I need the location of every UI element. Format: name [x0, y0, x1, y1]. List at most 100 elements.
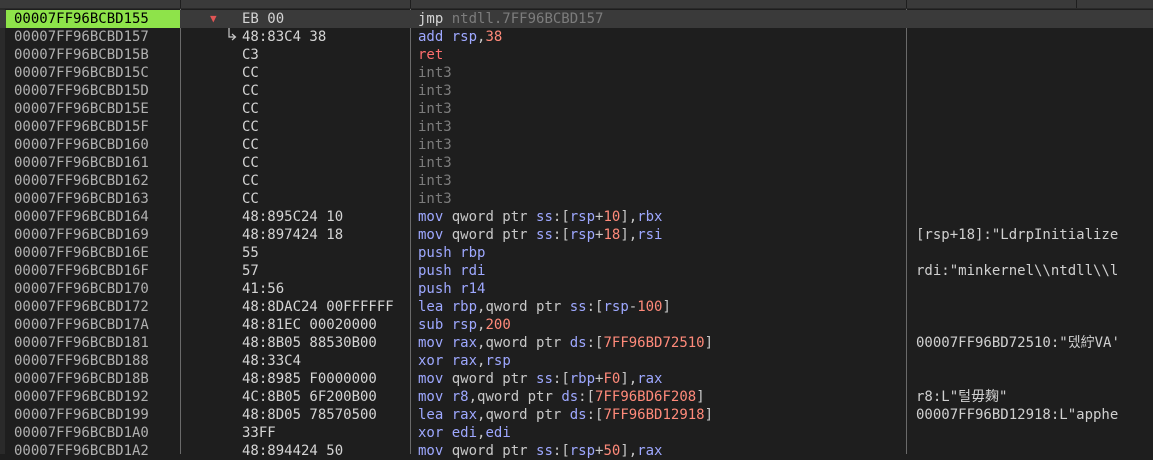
bytes-cell[interactable]: 41:56 — [242, 280, 410, 298]
instruction-cell[interactable]: int3 — [418, 118, 906, 136]
header-separator[interactable] — [180, 0, 181, 8]
address-cell[interactable]: 00007FF96BCBD1A0 — [6, 424, 180, 442]
disasm-row[interactable]: 00007FF96BCBD17A 48:81EC 00020000 sub rsp,… — [0, 316, 1153, 334]
comment-cell[interactable]: r8:L"털毋麹" — [916, 388, 1153, 406]
disasm-row[interactable]: 00007FF96BCBD164 48:895C24 10 mov qword pt… — [0, 208, 1153, 226]
instruction-cell[interactable]: lea rax,qword ptr ds:[7FF96BD12918] — [418, 406, 906, 424]
address-cell[interactable]: 00007FF96BCBD199 — [6, 406, 180, 424]
address-cell[interactable]: 00007FF96BCBD155 — [6, 10, 180, 28]
disassembly-listing[interactable]: 00007FF96BCBD155 ▼ EB 00 jmp ntdll.7FF96BCB… — [0, 10, 1153, 460]
bytes-cell[interactable]: 48:8D05 78570500 — [242, 406, 410, 424]
bytes-cell[interactable]: 33FF — [242, 424, 410, 442]
bytes-cell[interactable]: 48:8985 F0000000 — [242, 370, 410, 388]
address-cell[interactable]: 00007FF96BCBD188 — [6, 352, 180, 370]
disasm-row[interactable]: 00007FF96BCBD199 48:8D05 78570500 lea rax,… — [0, 406, 1153, 424]
instruction-cell[interactable]: ret — [418, 46, 906, 64]
header-separator[interactable] — [410, 0, 411, 8]
instruction-cell[interactable]: int3 — [418, 64, 906, 82]
instruction-cell[interactable]: add rsp,38 — [418, 28, 906, 46]
bytes-cell[interactable]: CC — [242, 118, 410, 136]
disasm-row[interactable]: 00007FF96BCBD15C CC int3 — [0, 64, 1153, 82]
instruction-cell[interactable]: int3 — [418, 190, 906, 208]
instruction-cell[interactable]: int3 — [418, 172, 906, 190]
address-cell[interactable]: 00007FF96BCBD192 — [6, 388, 180, 406]
instruction-cell[interactable]: mov qword ptr ss:[rbp+F0],rax — [418, 370, 906, 388]
disasm-row[interactable]: 00007FF96BCBD16F 57 push rdi rdi:"minkernel… — [0, 262, 1153, 280]
bytes-cell[interactable]: 48:897424 18 — [242, 226, 410, 244]
disasm-row[interactable]: 00007FF96BCBD163 CC int3 — [0, 190, 1153, 208]
header-separator[interactable] — [1076, 0, 1077, 8]
bytes-cell[interactable]: EB 00 — [242, 10, 410, 28]
instruction-cell[interactable]: int3 — [418, 100, 906, 118]
disasm-row[interactable]: 00007FF96BCBD192 4C:8B05 6F200B00 mov r8,q… — [0, 388, 1153, 406]
bytes-cell[interactable]: 48:81EC 00020000 — [242, 316, 410, 334]
comment-cell[interactable]: rdi:"minkernel\\ntdll\\l — [916, 262, 1153, 280]
disasm-row[interactable]: 00007FF96BCBD18B 48:8985 F0000000 mov qwor… — [0, 370, 1153, 388]
bytes-cell[interactable]: CC — [242, 82, 410, 100]
address-cell[interactable]: 00007FF96BCBD15F — [6, 118, 180, 136]
instruction-cell[interactable]: xor edi,edi — [418, 424, 906, 442]
bytes-cell[interactable]: 48:8DAC24 00FFFFFF — [242, 298, 410, 316]
bytes-cell[interactable]: 48:33C4 — [242, 352, 410, 370]
address-cell[interactable]: 00007FF96BCBD172 — [6, 298, 180, 316]
address-cell[interactable]: 00007FF96BCBD1A2 — [6, 442, 180, 460]
instruction-cell[interactable]: mov qword ptr ss:[rsp+50],rax — [418, 442, 906, 460]
address-cell[interactable]: 00007FF96BCBD170 — [6, 280, 180, 298]
disasm-row[interactable]: 00007FF96BCBD16E 55 push rbp — [0, 244, 1153, 262]
instruction-cell[interactable]: push rbp — [418, 244, 906, 262]
instruction-cell[interactable]: mov qword ptr ss:[rsp+10],rbx — [418, 208, 906, 226]
instruction-cell[interactable]: push r14 — [418, 280, 906, 298]
bytes-cell[interactable]: CC — [242, 172, 410, 190]
bytes-cell[interactable]: CC — [242, 100, 410, 118]
address-cell[interactable]: 00007FF96BCBD169 — [6, 226, 180, 244]
bytes-cell[interactable]: 48:8B05 88530B00 — [242, 334, 410, 352]
bytes-cell[interactable]: 48:894424 50 — [242, 442, 410, 460]
address-cell[interactable]: 00007FF96BCBD164 — [6, 208, 180, 226]
instruction-cell[interactable]: lea rbp,qword ptr ss:[rsp-100] — [418, 298, 906, 316]
address-cell[interactable]: 00007FF96BCBD16F — [6, 262, 180, 280]
instruction-cell[interactable]: int3 — [418, 136, 906, 154]
address-cell[interactable]: 00007FF96BCBD163 — [6, 190, 180, 208]
instruction-cell[interactable]: int3 — [418, 154, 906, 172]
header-separator[interactable] — [906, 0, 907, 8]
disasm-row[interactable]: 00007FF96BCBD15D CC int3 — [0, 82, 1153, 100]
instruction-cell[interactable]: mov rax,qword ptr ds:[7FF96BD72510] — [418, 334, 906, 352]
address-cell[interactable]: 00007FF96BCBD160 — [6, 136, 180, 154]
disasm-row[interactable]: 00007FF96BCBD160 CC int3 — [0, 136, 1153, 154]
bytes-cell[interactable]: 55 — [242, 244, 410, 262]
address-cell[interactable]: 00007FF96BCBD161 — [6, 154, 180, 172]
instruction-cell[interactable]: push rdi — [418, 262, 906, 280]
address-cell[interactable]: 00007FF96BCBD15B — [6, 46, 180, 64]
disasm-row[interactable]: 00007FF96BCBD170 41:56 push r14 — [0, 280, 1153, 298]
address-cell[interactable]: 00007FF96BCBD162 — [6, 172, 180, 190]
instruction-cell[interactable]: sub rsp,200 — [418, 316, 906, 334]
bytes-cell[interactable]: CC — [242, 154, 410, 172]
disasm-row[interactable]: 00007FF96BCBD1A2 48:894424 50 mov qword pt… — [0, 442, 1153, 460]
address-cell[interactable]: 00007FF96BCBD16E — [6, 244, 180, 262]
disasm-row[interactable]: 00007FF96BCBD157 48:83C4 38 add rsp,38 — [0, 28, 1153, 46]
disasm-row[interactable]: 00007FF96BCBD181 48:8B05 88530B00 mov rax,… — [0, 334, 1153, 352]
disasm-row[interactable]: 00007FF96BCBD161 CC int3 — [0, 154, 1153, 172]
bytes-cell[interactable]: C3 — [242, 46, 410, 64]
disasm-row[interactable]: 00007FF96BCBD162 CC int3 — [0, 172, 1153, 190]
disasm-row[interactable]: 00007FF96BCBD15E CC int3 — [0, 100, 1153, 118]
bytes-cell[interactable]: CC — [242, 64, 410, 82]
disasm-row[interactable]: 00007FF96BCBD188 48:33C4 xor rax,rsp — [0, 352, 1153, 370]
instruction-cell[interactable]: mov r8,qword ptr ds:[7FF96BD6F208] — [418, 388, 906, 406]
address-cell[interactable]: 00007FF96BCBD15C — [6, 64, 180, 82]
disasm-row[interactable]: 00007FF96BCBD169 48:897424 18 mov qword pt… — [0, 226, 1153, 244]
bytes-cell[interactable]: CC — [242, 136, 410, 154]
comment-cell[interactable]: 00007FF96BD12918:L"apphe — [916, 406, 1153, 424]
address-cell[interactable]: 00007FF96BCBD15D — [6, 82, 180, 100]
bytes-cell[interactable]: 4C:8B05 6F200B00 — [242, 388, 410, 406]
disasm-row[interactable]: 00007FF96BCBD172 48:8DAC24 00FFFFFF lea rb… — [0, 298, 1153, 316]
instruction-cell[interactable]: xor rax,rsp — [418, 352, 906, 370]
address-cell[interactable]: 00007FF96BCBD181 — [6, 334, 180, 352]
disasm-row[interactable]: 00007FF96BCBD155 ▼ EB 00 jmp ntdll.7FF96BCB… — [0, 10, 1153, 28]
bytes-cell[interactable]: 48:83C4 38 — [242, 28, 410, 46]
disasm-row[interactable]: 00007FF96BCBD15F CC int3 — [0, 118, 1153, 136]
address-cell[interactable]: 00007FF96BCBD15E — [6, 100, 180, 118]
address-cell[interactable]: 00007FF96BCBD157 — [6, 28, 180, 46]
disasm-row[interactable]: 00007FF96BCBD15B C3 ret — [0, 46, 1153, 64]
bytes-cell[interactable]: CC — [242, 190, 410, 208]
